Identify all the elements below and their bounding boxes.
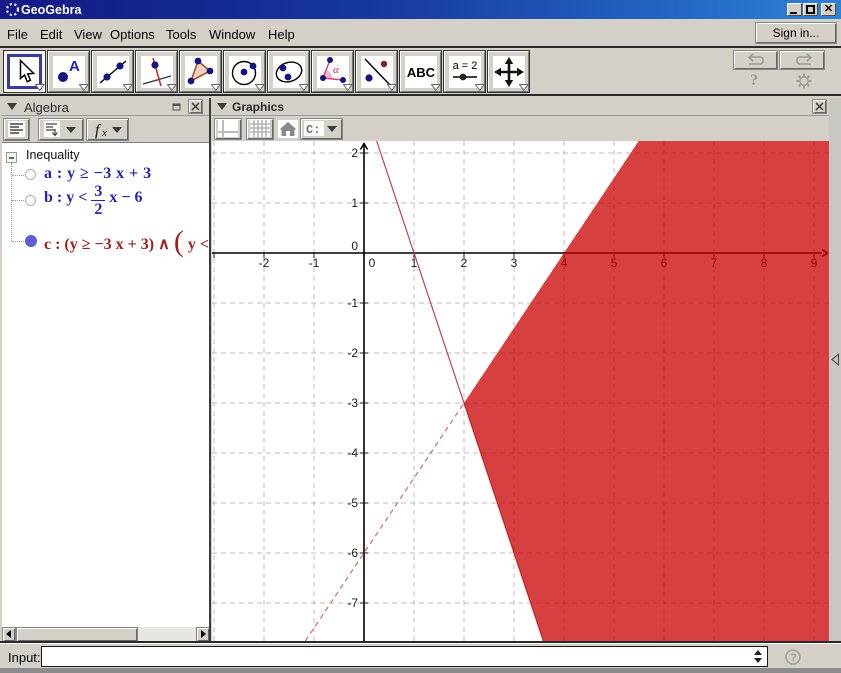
svg-text:C:: C: [306, 123, 320, 137]
svg-text:0: 0 [351, 239, 358, 253]
svg-text:1: 1 [411, 256, 418, 270]
svg-text:-4: -4 [347, 446, 358, 460]
svg-text:-2: -2 [347, 346, 358, 360]
svg-text:-1: -1 [347, 296, 358, 310]
svg-text:2: 2 [461, 256, 468, 270]
svg-text:3: 3 [511, 256, 518, 270]
svg-text:2: 2 [351, 146, 358, 160]
svg-text:-1: -1 [309, 256, 320, 270]
svg-text:x: x [101, 127, 107, 139]
svg-text:-6: -6 [347, 546, 358, 560]
svg-text:A: A [69, 58, 80, 75]
svg-text:-7: -7 [347, 596, 358, 610]
svg-text:?: ? [790, 652, 797, 664]
svg-text:a = 2: a = 2 [453, 60, 478, 72]
svg-text:-3: -3 [347, 396, 358, 410]
svg-text:ABC: ABC [407, 65, 436, 80]
svg-text:α: α [333, 64, 339, 76]
svg-text:0: 0 [369, 256, 376, 270]
svg-text:-5: -5 [347, 496, 358, 510]
svg-text:f: f [95, 122, 102, 139]
svg-text:-2: -2 [259, 256, 270, 270]
svg-text:1: 1 [351, 196, 358, 210]
